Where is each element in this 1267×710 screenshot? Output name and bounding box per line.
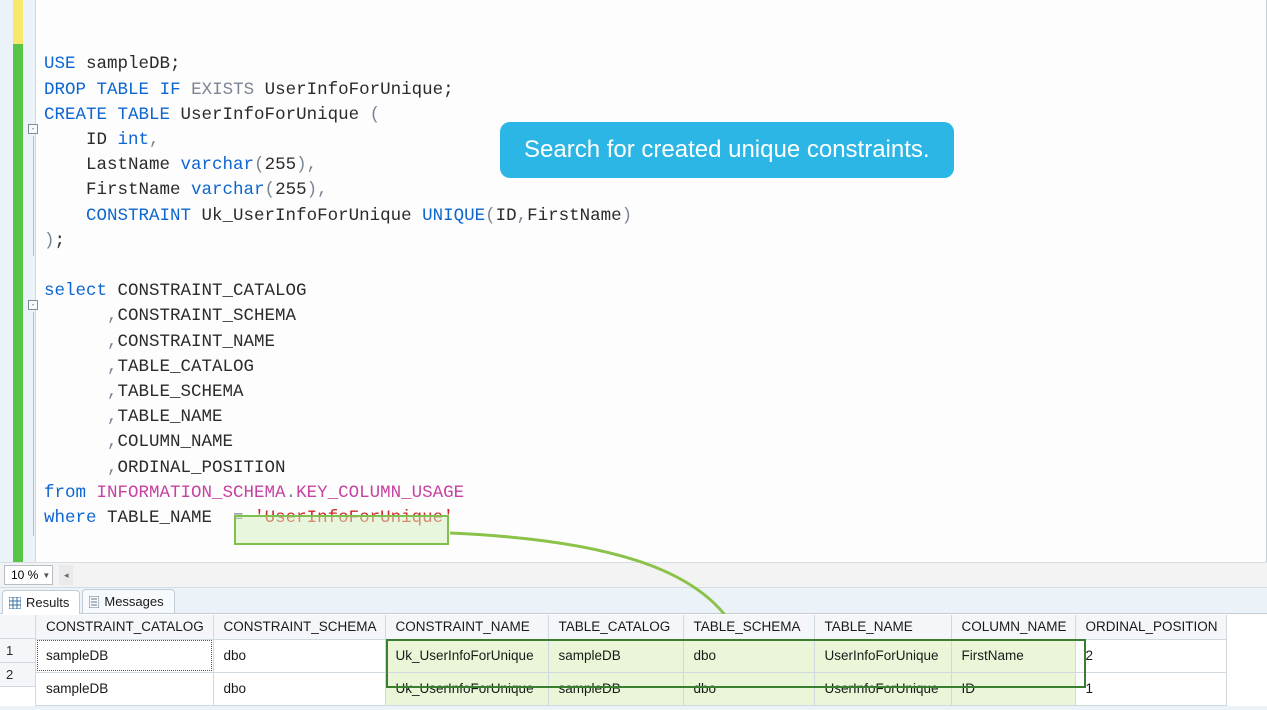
fold-toggle-select[interactable]: - — [28, 300, 38, 310]
code-editor[interactable]: - - USE sampleDB; DROP TABLE IF EXISTS U… — [0, 0, 1267, 562]
col-header[interactable]: CONSTRAINT_NAME — [385, 615, 548, 639]
cell[interactable]: 2 — [1075, 639, 1226, 672]
cell[interactable]: sampleDB — [36, 639, 213, 672]
col-header[interactable]: TABLE_NAME — [814, 615, 951, 639]
cell[interactable]: Uk_UserInfoForUnique — [385, 639, 548, 672]
chevron-down-icon: ▼ — [42, 571, 50, 580]
col-header[interactable]: CONSTRAINT_SCHEMA — [213, 615, 385, 639]
hscroll-left[interactable]: ◂ — [59, 565, 73, 585]
cell[interactable]: dbo — [213, 672, 385, 705]
cell[interactable]: sampleDB — [548, 639, 683, 672]
tab-messages[interactable]: Messages — [82, 589, 174, 613]
tab-messages-label: Messages — [104, 594, 163, 609]
cell[interactable]: 1 — [1075, 672, 1226, 705]
cell[interactable]: FirstName — [951, 639, 1075, 672]
editor-gutter: - - — [0, 0, 36, 562]
callout-bubble: Search for created unique constraints. — [500, 122, 954, 178]
cell[interactable]: UserInfoForUnique — [814, 672, 951, 705]
zoom-select[interactable]: 10 % ▼ — [4, 565, 53, 585]
document-icon — [89, 596, 99, 608]
col-header[interactable]: TABLE_SCHEMA — [683, 615, 814, 639]
code-area[interactable]: USE sampleDB; DROP TABLE IF EXISTS UserI… — [36, 0, 632, 562]
results-tabstrip: Results Messages — [0, 588, 1267, 614]
saved-marker — [13, 0, 23, 562]
tab-results[interactable]: Results — [2, 590, 80, 614]
cell[interactable]: sampleDB — [36, 672, 213, 705]
zoom-value: 10 % — [11, 568, 38, 582]
row-number[interactable]: 2 — [0, 663, 35, 687]
cell[interactable]: dbo — [213, 639, 385, 672]
col-header[interactable]: COLUMN_NAME — [951, 615, 1075, 639]
col-header[interactable]: CONSTRAINT_CATALOG — [36, 615, 213, 639]
results-grid[interactable]: 1 2 CONSTRAINT_CATALOGCONSTRAINT_SCHEMAC… — [0, 614, 1267, 706]
modified-marker — [13, 0, 23, 44]
col-header[interactable]: ORDINAL_POSITION — [1075, 615, 1226, 639]
results-table: CONSTRAINT_CATALOGCONSTRAINT_SCHEMACONST… — [36, 615, 1227, 706]
fold-line — [33, 312, 34, 536]
cell[interactable]: ID — [951, 672, 1075, 705]
grid-icon — [9, 597, 21, 609]
col-header[interactable]: TABLE_CATALOG — [548, 615, 683, 639]
zoom-bar: 10 % ▼ ◂ — [0, 562, 1267, 588]
table-row[interactable]: sampleDBdboUk_UserInfoForUniquesampleDBd… — [36, 639, 1226, 672]
fold-toggle-create[interactable]: - — [28, 124, 38, 134]
cell[interactable]: UserInfoForUnique — [814, 639, 951, 672]
fold-line — [33, 136, 34, 256]
cell[interactable]: dbo — [683, 639, 814, 672]
table-row[interactable]: sampleDBdboUk_UserInfoForUniquesampleDBd… — [36, 672, 1226, 705]
row-number-column: 1 2 — [0, 615, 36, 706]
cell[interactable]: sampleDB — [548, 672, 683, 705]
cell[interactable]: Uk_UserInfoForUnique — [385, 672, 548, 705]
row-number[interactable]: 1 — [0, 639, 35, 663]
cell[interactable]: dbo — [683, 672, 814, 705]
tab-results-label: Results — [26, 595, 69, 610]
